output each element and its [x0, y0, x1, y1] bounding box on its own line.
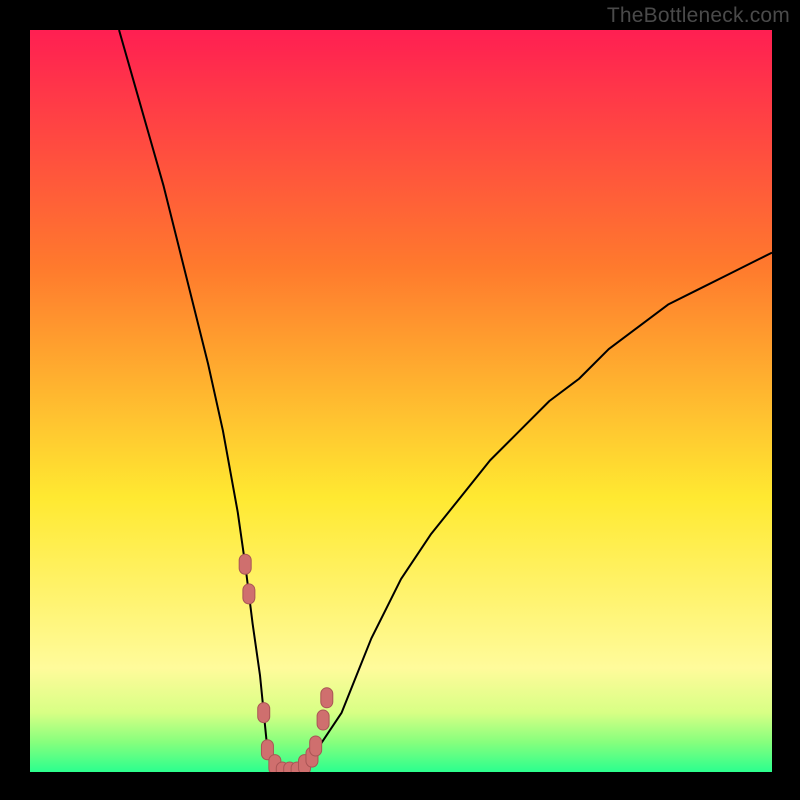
bottleneck-chart [30, 30, 772, 772]
chart-container [30, 30, 772, 772]
highlight-marker [321, 688, 333, 708]
highlight-marker [310, 736, 322, 756]
highlight-marker [243, 584, 255, 604]
highlight-marker [258, 703, 270, 723]
chart-background [30, 30, 772, 772]
highlight-marker [317, 710, 329, 730]
highlight-marker [239, 554, 251, 574]
watermark-text: TheBottleneck.com [607, 4, 790, 28]
